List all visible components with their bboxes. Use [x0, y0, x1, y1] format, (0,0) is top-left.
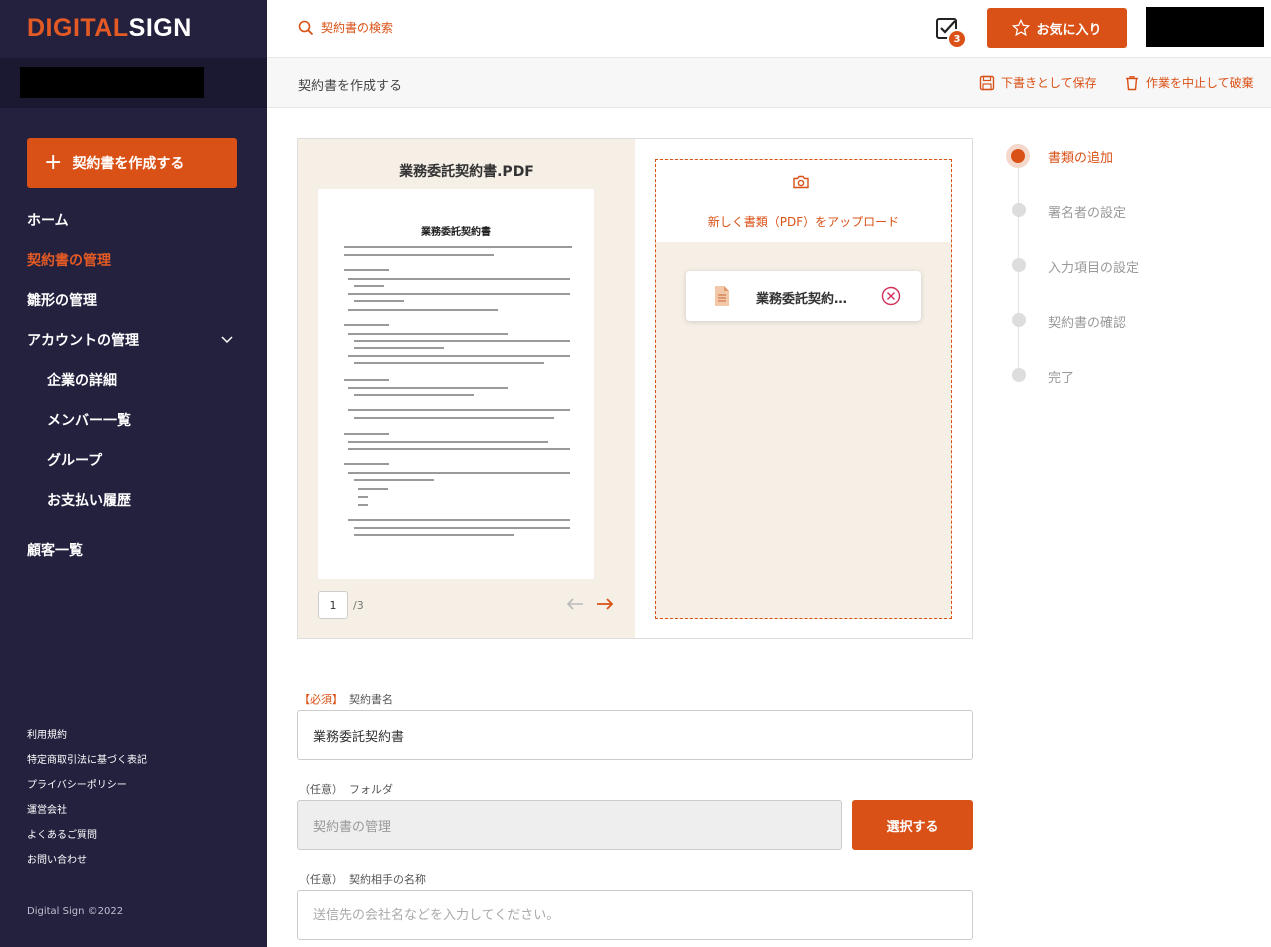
- upload-area: 新しく書類（PDF）をアップロード 業務委託契約…: [635, 139, 972, 638]
- search-label: 契約書の検索: [321, 21, 394, 35]
- logo-text-part2: SIGN: [128, 14, 192, 42]
- sidebar: DIGITALSIGN + 契約書を作成する ホーム 契約書の管理 雛形の管理 …: [0, 0, 267, 947]
- footer-link-company[interactable]: 運営会社: [27, 801, 67, 816]
- user-name-redacted: [20, 67, 204, 98]
- document-file-icon: [715, 286, 729, 306]
- contract-name-label-text: 契約書名: [349, 693, 393, 706]
- favorites-button[interactable]: お気に入り: [987, 8, 1127, 48]
- uploaded-file-card[interactable]: 業務委託契約…: [686, 271, 921, 321]
- star-icon: [1012, 19, 1031, 37]
- plus-icon: +: [44, 150, 63, 175]
- document-page-thumbnail: 業務委託契約書: [318, 189, 594, 579]
- sidebar-item-templates[interactable]: 雛形の管理: [27, 290, 97, 310]
- counterparty-input[interactable]: [297, 890, 973, 940]
- save-icon: [979, 75, 995, 90]
- chevron-down-icon[interactable]: [220, 332, 234, 346]
- step-input-fields: 入力項目の設定: [1012, 258, 1139, 276]
- account-menu-redacted[interactable]: [1146, 7, 1264, 47]
- page-number-input[interactable]: 1: [318, 591, 348, 619]
- sidebar-item-contracts[interactable]: 契約書の管理: [27, 250, 111, 270]
- step-dot: [1012, 203, 1026, 217]
- create-contract-button[interactable]: + 契約書を作成する: [27, 138, 237, 188]
- sidebar-item-account[interactable]: アカウントの管理: [27, 330, 139, 350]
- arrow-right-icon[interactable]: [596, 597, 614, 611]
- step-dot: [1012, 258, 1026, 272]
- step-signers: 署名者の設定: [1012, 203, 1126, 221]
- logo-text-part1: DIGITAL: [27, 14, 129, 42]
- copyright: Digital Sign ©2022: [27, 906, 124, 917]
- arrow-left-icon[interactable]: [566, 597, 584, 611]
- select-folder-button[interactable]: 選択する: [852, 800, 973, 850]
- trash-icon: [1126, 75, 1138, 90]
- uploaded-file-name: 業務委託契約…: [756, 292, 848, 307]
- sub-header: 契約書を作成する 下書きとして保存 作業を中止して破棄: [267, 58, 1271, 108]
- save-draft-label: 下書きとして保存: [1001, 76, 1097, 90]
- step-confirm: 契約書の確認: [1012, 313, 1126, 331]
- upload-prompt: 新しく書類（PDF）をアップロード: [707, 215, 900, 229]
- top-header: 契約書の検索 3 お気に入り: [267, 0, 1271, 58]
- step-label: 完了: [1048, 371, 1075, 386]
- sidebar-item-company-details[interactable]: 企業の詳細: [47, 370, 117, 390]
- preview-file-title: 業務委託契約書.PDF: [399, 164, 534, 180]
- folder-label-text: フォルダ: [349, 783, 393, 796]
- create-contract-label: 契約書を作成する: [72, 156, 185, 172]
- abort-button[interactable]: 作業を中止して破棄: [1124, 74, 1254, 91]
- sidebar-item-customers[interactable]: 顧客一覧: [27, 540, 83, 560]
- sidebar-item-payment-history[interactable]: お支払い履歴: [47, 490, 131, 510]
- footer-link-contact[interactable]: お問い合わせ: [27, 851, 87, 866]
- upload-new-pdf-button[interactable]: 新しく書類（PDF）をアップロード: [656, 160, 951, 242]
- camera-icon: [793, 175, 809, 189]
- favorites-label: お気に入り: [1036, 22, 1102, 38]
- required-tag: 【必須】: [299, 693, 343, 706]
- abort-label: 作業を中止して破棄: [1146, 76, 1254, 90]
- document-preview: 業務委託契約書.PDF 業務委託契約書 1 /3: [298, 139, 635, 638]
- contract-name-label: 【必須】 契約書名: [299, 691, 393, 707]
- counterparty-label-text: 契約相手の名称: [349, 873, 426, 886]
- footer-link-faq[interactable]: よくあるご質問: [27, 826, 97, 841]
- save-draft-button[interactable]: 下書きとして保存: [979, 74, 1097, 91]
- search-icon: [298, 20, 314, 35]
- step-label: 入力項目の設定: [1048, 261, 1140, 276]
- folder-input: [297, 800, 842, 850]
- footer-link-commercial-law[interactable]: 特定商取引法に基づく表記: [27, 751, 147, 766]
- footer-link-privacy[interactable]: プライバシーポリシー: [27, 776, 127, 791]
- step-complete: 完了: [1012, 368, 1074, 386]
- user-bar: [0, 58, 267, 108]
- optional-tag: （任意）: [299, 783, 343, 796]
- page-total: /3: [353, 599, 364, 612]
- document-panel: 業務委託契約書.PDF 業務委託契約書 1 /3 新しく書類（PDF）をアップロ…: [297, 138, 973, 639]
- step-active-dot: [1011, 149, 1025, 163]
- page-title: 契約書を作成する: [298, 79, 403, 94]
- sidebar-item-members[interactable]: メンバー一覧: [47, 410, 131, 430]
- document-heading: 業務委託契約書: [421, 227, 491, 238]
- search-link[interactable]: 契約書の検索: [298, 19, 393, 36]
- folder-label: （任意） フォルダ: [299, 781, 393, 797]
- step-label: 署名者の設定: [1048, 206, 1127, 221]
- step-label: 書類の追加: [1048, 151, 1114, 166]
- remove-file-icon[interactable]: [881, 286, 901, 306]
- footer-link-terms[interactable]: 利用規約: [27, 726, 67, 741]
- counterparty-label: （任意） 契約相手の名称: [299, 871, 426, 887]
- file-drop-zone[interactable]: 新しく書類（PDF）をアップロード 業務委託契約…: [655, 159, 952, 619]
- task-count-badge: 3: [947, 29, 967, 49]
- contract-name-input[interactable]: [297, 710, 973, 760]
- logo[interactable]: DIGITALSIGN: [27, 14, 192, 43]
- sidebar-item-home[interactable]: ホーム: [27, 210, 69, 230]
- sidebar-item-groups[interactable]: グループ: [47, 450, 102, 470]
- step-label: 契約書の確認: [1048, 316, 1127, 331]
- step-dot: [1012, 368, 1026, 382]
- optional-tag: （任意）: [299, 873, 343, 886]
- step-dot: [1012, 313, 1026, 327]
